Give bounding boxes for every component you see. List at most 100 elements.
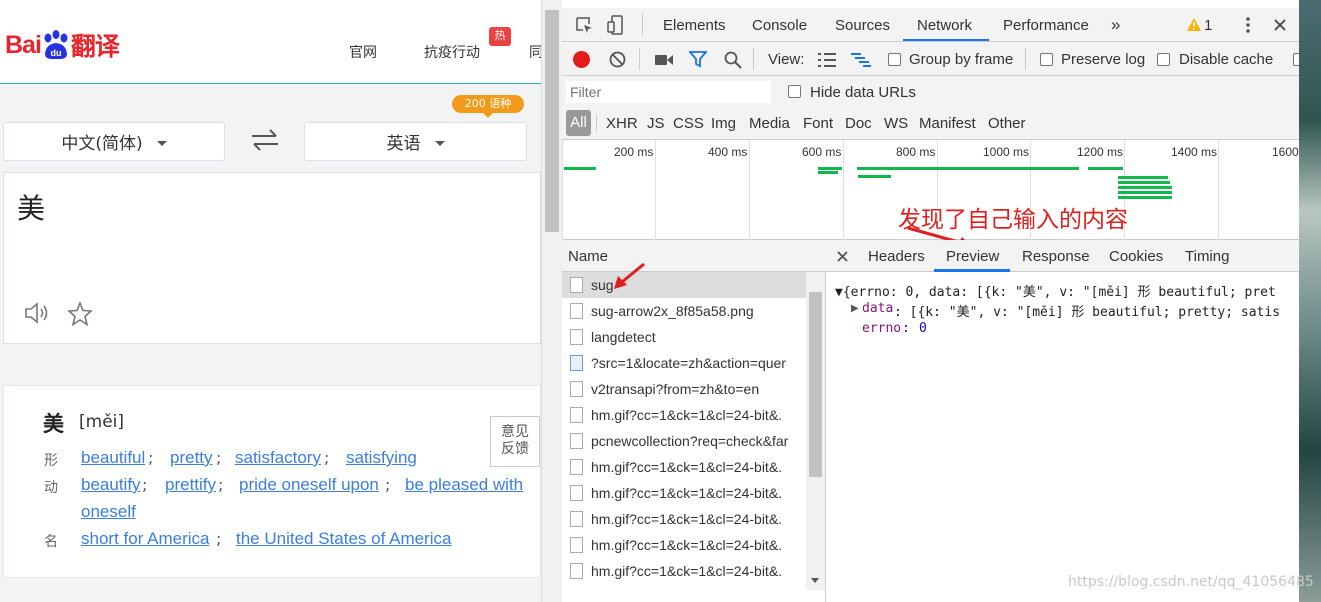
- logo-bai: Bai: [5, 30, 42, 59]
- grid-line: [562, 140, 563, 240]
- page-scrollbar-thumb[interactable]: [545, 10, 559, 232]
- meaning-link[interactable]: pretty: [170, 448, 213, 468]
- meaning-link[interactable]: satisfying: [346, 448, 417, 468]
- meaning-link[interactable]: satisfactory: [235, 448, 321, 468]
- warning-count[interactable]: 1: [1204, 17, 1212, 34]
- source-language-select[interactable]: 中文(简体): [3, 122, 225, 161]
- request-row[interactable]: pcnewcollection?req=check&far: [562, 428, 806, 454]
- grid-line: [749, 140, 750, 240]
- preserve-log-checkbox[interactable]: [1040, 53, 1053, 66]
- video-camera-icon[interactable]: [655, 53, 673, 71]
- request-row[interactable]: hm.gif?cc=1&ck=1&cl=24-bit&.: [562, 558, 806, 584]
- waterfall-icon[interactable]: [851, 53, 871, 72]
- tab-network[interactable]: Network: [917, 17, 972, 34]
- hide-data-urls-checkbox[interactable]: [788, 85, 801, 98]
- filter-icon[interactable]: [688, 51, 708, 73]
- type-filter-doc[interactable]: Doc: [845, 115, 872, 132]
- request-row[interactable]: hm.gif?cc=1&ck=1&cl=24-bit&.: [562, 480, 806, 506]
- scroll-down-icon[interactable]: [811, 578, 819, 583]
- meaning-link[interactable]: beautify: [81, 475, 141, 495]
- request-row[interactable]: v2transapi?from=zh&to=en: [562, 376, 806, 402]
- inspect-element-icon[interactable]: [574, 15, 594, 40]
- baidu-translate-logo[interactable]: Bai du 翻译: [5, 25, 120, 65]
- warning-icon[interactable]: [1186, 17, 1202, 37]
- feedback-button[interactable]: 意见 反馈: [490, 416, 540, 467]
- tab-headers[interactable]: Headers: [868, 248, 925, 265]
- request-name: langdetect: [591, 329, 656, 345]
- nav-anti-epidemic[interactable]: 抗疫行动: [424, 42, 480, 62]
- kebab-menu-icon[interactable]: [1246, 16, 1250, 39]
- group-by-frame-label: Group by frame: [909, 51, 1014, 68]
- close-icon[interactable]: [1273, 18, 1287, 37]
- preview-root-line[interactable]: ▼{errno: 0, data: [{k: "美", v: "[měi] 形 …: [835, 281, 1276, 300]
- file-icon: [570, 511, 583, 527]
- source-language-label: 中文(简体): [61, 134, 143, 154]
- tab-sources[interactable]: Sources: [835, 17, 890, 34]
- star-icon[interactable]: [67, 300, 93, 331]
- preview-data-key[interactable]: data: [862, 301, 893, 316]
- request-name: hm.gif?cc=1&ck=1&cl=24-bit&.: [591, 459, 783, 475]
- swap-languages-icon[interactable]: [249, 126, 281, 154]
- request-row[interactable]: hm.gif?cc=1&ck=1&cl=24-bit&.: [562, 506, 806, 532]
- request-row[interactable]: hm.gif?cc=1&ck=1&cl=24-bit&.: [562, 454, 806, 480]
- meaning-link[interactable]: oneself: [81, 502, 136, 522]
- tab-performance[interactable]: Performance: [1003, 17, 1089, 34]
- tab-timing[interactable]: Timing: [1185, 248, 1229, 265]
- close-icon[interactable]: [837, 249, 848, 267]
- tab-response[interactable]: Response: [1022, 248, 1090, 265]
- timeline-label: 1600 r: [1272, 145, 1299, 159]
- request-row[interactable]: sug-arrow2x_8f85a58.png: [562, 298, 806, 324]
- large-rows-icon[interactable]: [818, 53, 836, 72]
- page-scrollbar[interactable]: [541, 0, 562, 602]
- disable-cache-checkbox[interactable]: [1157, 53, 1170, 66]
- timeline-label: 800 ms: [896, 145, 936, 159]
- request-row-selected[interactable]: sug: [562, 272, 806, 298]
- network-toolbar: View: Group by frame Preserve log Disabl…: [562, 42, 1299, 76]
- clear-icon[interactable]: [609, 51, 626, 73]
- meaning-link[interactable]: prettify: [165, 475, 216, 495]
- baidu-translate-page: Bai du 翻译 官网 抗疫行动 同 热 200 语种 中文(简体) 英语 美…: [0, 0, 541, 602]
- request-row[interactable]: ?src=1&locate=zh&action=quer: [562, 350, 806, 376]
- request-list-scrollbar[interactable]: [806, 272, 825, 590]
- request-row[interactable]: hm.gif?cc=1&ck=1&cl=24-bit&.: [562, 402, 806, 428]
- chevron-down-icon: [434, 140, 445, 146]
- nav-same[interactable]: 同: [529, 42, 541, 62]
- file-icon: [570, 537, 583, 553]
- source-text[interactable]: 美: [17, 187, 45, 227]
- request-row[interactable]: hm.gif?cc=1&ck=1&cl=24-bit&.: [562, 532, 806, 558]
- type-filter-xhr[interactable]: XHR: [606, 115, 638, 132]
- source-text-box[interactable]: 美: [3, 172, 541, 344]
- name-column-header[interactable]: Name: [562, 240, 826, 272]
- meaning-link[interactable]: pride oneself upon: [239, 475, 379, 495]
- type-filter-img[interactable]: Img: [711, 115, 736, 132]
- type-filter-manifest[interactable]: Manifest: [919, 115, 976, 132]
- tab-cookies[interactable]: Cookies: [1109, 248, 1163, 265]
- type-filter-all[interactable]: All: [566, 110, 591, 136]
- type-filter-css[interactable]: CSS: [673, 115, 704, 132]
- target-language-select[interactable]: 英语: [304, 122, 527, 161]
- record-icon[interactable]: [573, 51, 590, 68]
- tab-console[interactable]: Console: [752, 17, 807, 34]
- meaning-link[interactable]: beautiful: [81, 448, 145, 468]
- type-filter-js[interactable]: JS: [647, 115, 665, 132]
- type-filter-ws[interactable]: WS: [884, 115, 908, 132]
- type-filter-media[interactable]: Media: [749, 115, 790, 132]
- nav-official-site[interactable]: 官网: [349, 42, 377, 62]
- tab-elements[interactable]: Elements: [663, 17, 726, 34]
- filter-input[interactable]: [566, 81, 771, 103]
- search-icon[interactable]: [724, 51, 742, 74]
- request-row[interactable]: langdetect: [562, 324, 806, 350]
- meaning-link[interactable]: be pleased with: [405, 475, 523, 495]
- tab-preview[interactable]: Preview: [946, 248, 999, 265]
- speaker-icon[interactable]: [23, 301, 51, 329]
- meaning-link[interactable]: short for America: [81, 529, 210, 549]
- meaning-link[interactable]: the United States of America: [236, 529, 451, 549]
- more-tabs-icon[interactable]: »: [1111, 15, 1120, 35]
- type-filter-other[interactable]: Other: [988, 115, 1026, 132]
- group-by-frame-checkbox[interactable]: [888, 53, 901, 66]
- expand-triangle-icon[interactable]: ▶: [851, 303, 859, 314]
- type-filter-font[interactable]: Font: [803, 115, 833, 132]
- file-icon: [570, 277, 583, 293]
- request-list-scrollbar-thumb[interactable]: [809, 292, 822, 477]
- device-toolbar-icon[interactable]: [606, 14, 626, 41]
